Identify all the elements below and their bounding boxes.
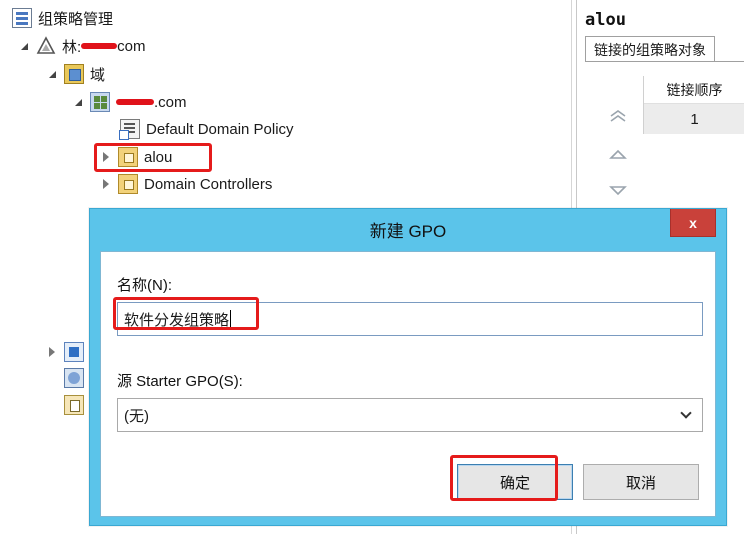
domains-folder-icon <box>64 64 84 84</box>
starter-gpo-label: 源 Starter GPO(S): <box>117 373 243 390</box>
tree-node-modeling[interactable] <box>64 366 90 390</box>
results-icon <box>64 395 84 415</box>
collapse-icon[interactable] <box>18 40 30 52</box>
forest-icon <box>36 36 56 54</box>
starter-gpo-select[interactable]: (无) <box>117 398 703 432</box>
highlight-box-ok <box>450 455 558 501</box>
tree-item-domain-controllers[interactable]: Domain Controllers <box>100 172 272 196</box>
tree-node-domains[interactable]: 域 <box>46 62 105 86</box>
tree-root-label: 组策略管理 <box>38 10 114 28</box>
collapse-icon[interactable] <box>72 96 84 108</box>
highlight-box-name <box>113 297 259 330</box>
dialog-title: 新建 GPO <box>369 221 447 241</box>
gpo-link-icon <box>119 119 140 140</box>
table-cell-link-order[interactable]: 1 <box>644 104 744 134</box>
move-up-icon[interactable] <box>609 148 627 160</box>
starter-gpo-value: (无) <box>124 407 149 425</box>
redacted-mark <box>116 99 154 105</box>
linked-gpo-table: 链接顺序 1 <box>643 76 744 134</box>
tab-divider <box>585 61 744 62</box>
tree-root[interactable]: 组策略管理 <box>12 6 113 30</box>
tree-item-label: Default Domain Policy <box>146 120 294 138</box>
sites-icon <box>64 342 84 362</box>
expand-icon[interactable] <box>100 178 112 190</box>
group-policy-management-icon <box>12 8 32 28</box>
tree-node-domain[interactable]: .com <box>72 90 187 114</box>
name-label: 名称(N): <box>117 277 172 294</box>
domain-label-suffix: .com <box>154 93 187 111</box>
domains-label: 域 <box>90 66 106 84</box>
new-gpo-dialog: 新建 GPO x 名称(N): 软件分发组策略 源 Starter GPO(S)… <box>89 208 727 526</box>
column-header-link-order[interactable]: 链接顺序 <box>644 76 744 104</box>
dialog-body: 名称(N): 软件分发组策略 源 Starter GPO(S): (无) 确定 … <box>100 251 716 517</box>
redacted-mark <box>81 43 118 49</box>
organizational-unit-icon <box>118 174 138 194</box>
forest-label-prefix: 林: <box>62 38 82 56</box>
close-button[interactable]: x <box>670 209 716 237</box>
tree-node-results[interactable] <box>64 393 90 417</box>
move-to-top-icon[interactable] <box>609 110 627 122</box>
tab-linked-gpos[interactable]: 链接的组策略对象 <box>585 36 715 62</box>
expand-icon[interactable] <box>46 346 58 358</box>
tree-item-label: Domain Controllers <box>144 175 273 193</box>
collapse-icon[interactable] <box>46 68 58 80</box>
domain-icon <box>90 92 110 112</box>
highlight-box-alou <box>94 143 212 172</box>
modeling-icon <box>64 368 84 388</box>
cancel-button[interactable]: 取消 <box>583 464 699 500</box>
tree-item-default-domain-policy[interactable]: Default Domain Policy <box>119 117 294 141</box>
chevron-down-icon <box>680 407 692 419</box>
details-title: alou <box>585 10 626 30</box>
forest-label-suffix: com <box>117 37 146 55</box>
move-down-icon[interactable] <box>609 184 627 196</box>
tree-node-forest[interactable]: 林: com <box>18 34 146 58</box>
tree-node-sites[interactable] <box>46 340 90 364</box>
